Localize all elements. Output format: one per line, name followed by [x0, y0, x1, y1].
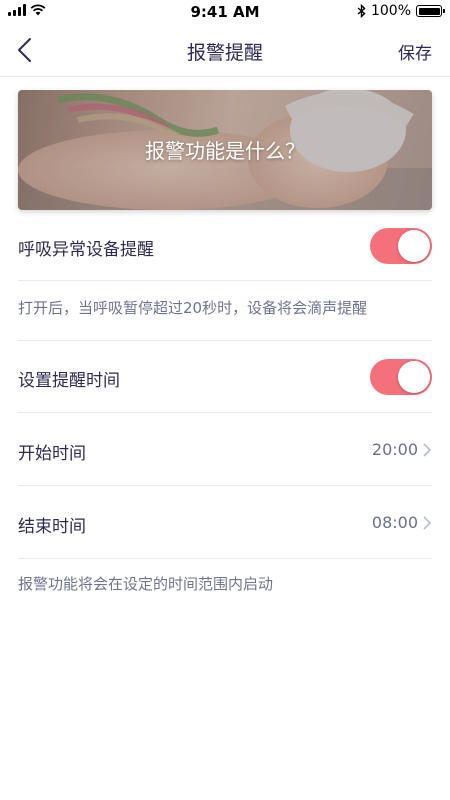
start-time-label: 开始时间: [18, 444, 86, 464]
alarm-info-banner[interactable]: 报警功能是什么？: [18, 90, 432, 210]
bluetooth-icon: [357, 4, 366, 18]
breathing-alert-label: 呼吸异常设备提醒: [18, 240, 154, 260]
end-time-value: 08:00: [371, 513, 418, 532]
save-button[interactable]: 保存: [398, 39, 432, 64]
chevron-right-icon: [423, 516, 432, 530]
nav-bar: 报警提醒 保存: [0, 24, 450, 77]
time-range-note: 报警功能将会在设定的时间范围内启动: [18, 575, 274, 593]
chevron-right-icon: [423, 443, 432, 457]
breathing-alert-toggle[interactable]: [370, 228, 432, 264]
start-time-row[interactable]: 开始时间 20:00: [18, 413, 432, 486]
reminder-time-toggle[interactable]: [370, 359, 432, 395]
toggle-knob: [398, 361, 430, 393]
banner-title: 报警功能是什么？: [145, 139, 305, 163]
reminder-time-row: 设置提醒时间: [18, 341, 432, 413]
battery-icon: [416, 5, 445, 17]
status-right: 100%: [357, 3, 445, 19]
reminder-time-label: 设置提醒时间: [18, 371, 120, 391]
start-time-value: 20:00: [371, 440, 418, 459]
status-bar: 9:41 AM 100%: [0, 0, 450, 24]
page-title: 报警提醒: [186, 42, 263, 64]
breathing-note-row: 打开后，当呼吸暂停超过20秒时，设备将会滴声提醒: [18, 281, 432, 341]
end-time-label: 结束时间: [18, 517, 86, 537]
breathing-note: 打开后，当呼吸暂停超过20秒时，设备将会滴声提醒: [18, 299, 368, 317]
breathing-alert-row: 呼吸异常设备提醒: [18, 211, 432, 281]
end-time-row[interactable]: 结束时间 08:00: [18, 486, 432, 559]
toggle-knob: [398, 230, 430, 262]
battery-percent: 100%: [370, 3, 411, 19]
